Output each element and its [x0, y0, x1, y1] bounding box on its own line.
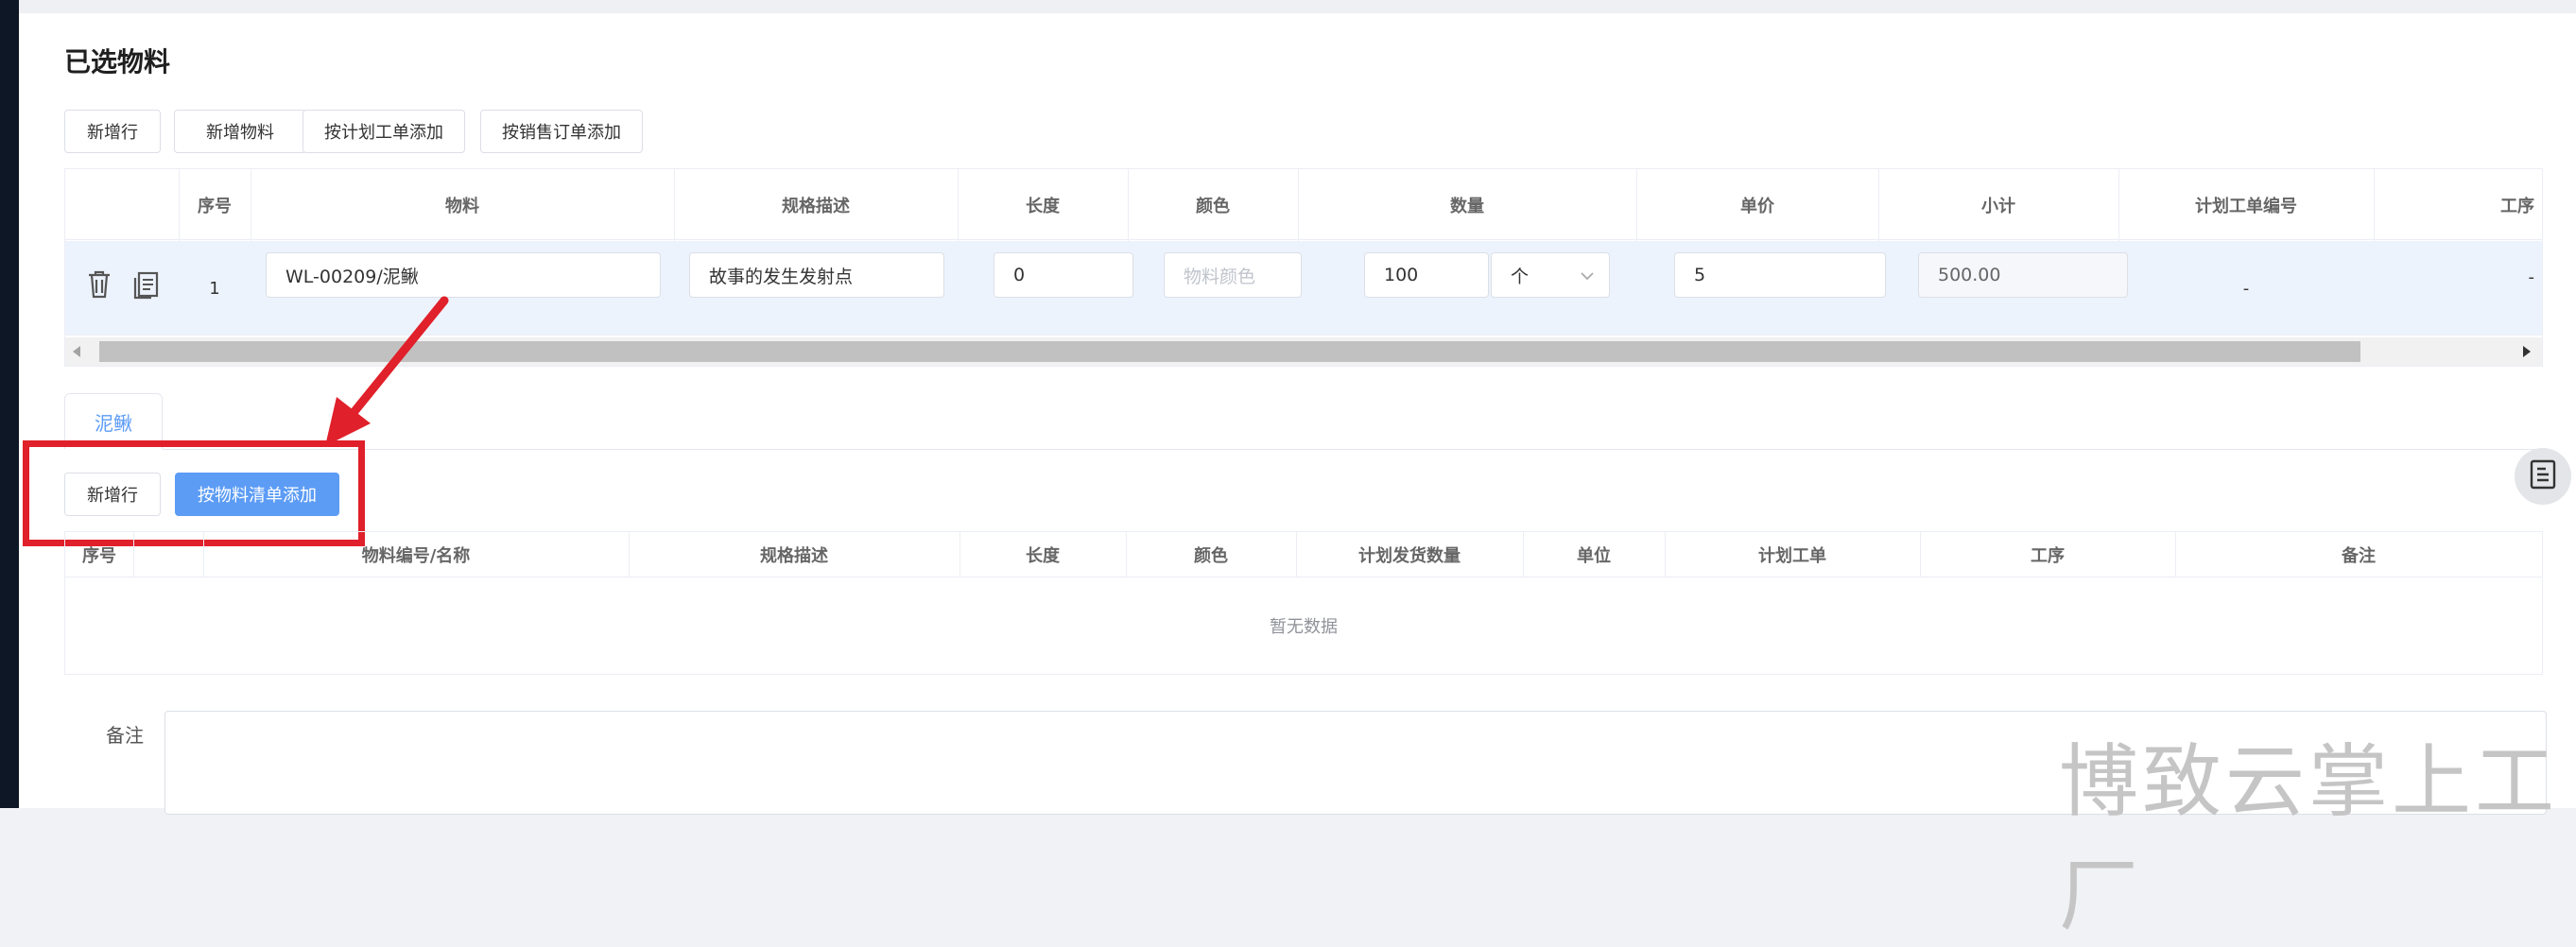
- watermark-text: 博致云掌上工厂: [2059, 735, 2559, 942]
- annotation-arrow: [325, 296, 449, 446]
